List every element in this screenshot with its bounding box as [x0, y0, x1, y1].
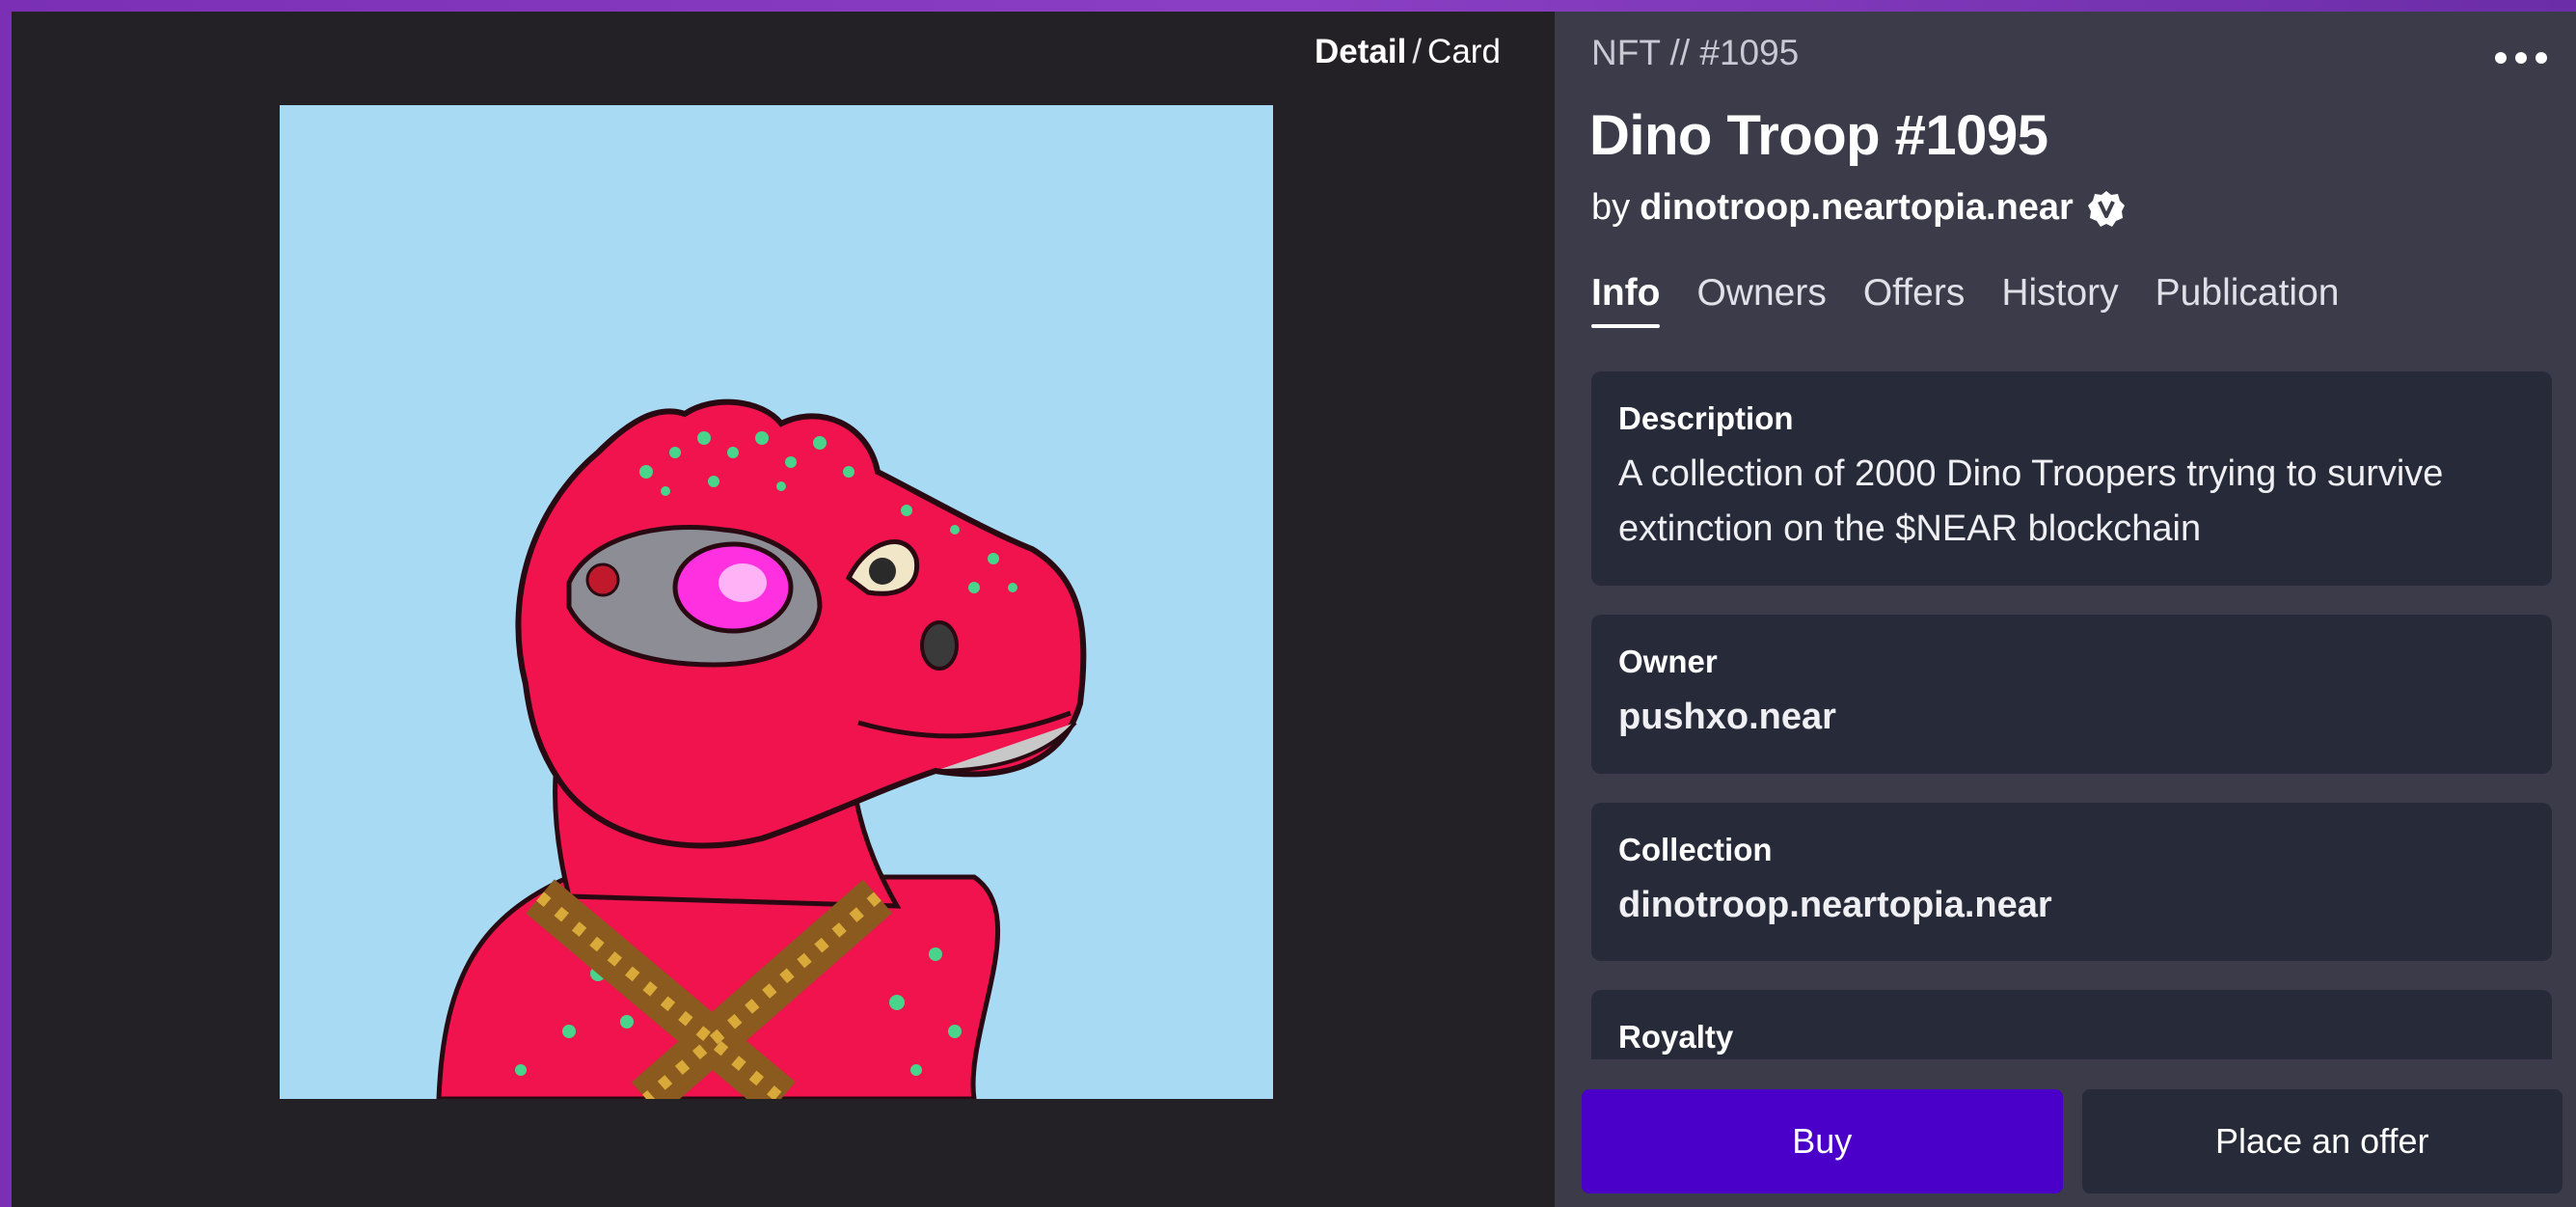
creator-prefix: by [1591, 187, 1631, 228]
royalty-label: Royalty [1618, 1019, 1734, 1055]
view-toggle-separator: / [1412, 33, 1423, 70]
description-label: Description [1618, 400, 1794, 436]
nft-details-panel: NFT // #1095 Dino Troop #1095 by dinotro… [1555, 12, 2576, 1207]
owner-value[interactable]: pushxo.near [1618, 690, 2525, 745]
nft-artwork[interactable] [280, 105, 1273, 1099]
more-horizontal-icon[interactable] [2495, 41, 2547, 75]
creator-link[interactable]: dinotroop.neartopia.near [1640, 187, 2074, 229]
description-value: A collection of 2000 Dino Troopers tryin… [1618, 453, 2444, 549]
tab-offers[interactable]: Offers [1863, 272, 1965, 328]
detail-tabs: Info Owners Offers History Publication [1591, 272, 2339, 328]
tab-history[interactable]: History [2001, 272, 2118, 328]
collection-value[interactable]: dinotroop.neartopia.near [1618, 878, 2525, 933]
tab-owners[interactable]: Owners [1696, 272, 1826, 328]
view-toggle: Detail / Card [1315, 33, 1501, 71]
description-card: Description A collection of 2000 Dino Tr… [1591, 371, 2552, 586]
nft-title: Dino Troop #1095 [1589, 104, 2048, 167]
tab-info[interactable]: Info [1591, 272, 1661, 328]
collection-card: Collection dinotroop.neartopia.near [1591, 803, 2552, 961]
owner-label: Owner [1618, 644, 1718, 679]
place-offer-button[interactable]: Place an offer [2081, 1089, 2562, 1193]
royalty-card: Royalty [1591, 990, 2552, 1059]
dino-illustration [280, 105, 1273, 1099]
preview-pane: Detail / Card [12, 12, 1555, 1207]
action-bar: Buy Place an offer [1582, 1089, 2562, 1193]
app-window: Detail / Card NFT // #1095 Dino Troop #1… [12, 12, 2576, 1207]
verified-badge-icon [2087, 189, 2126, 228]
card-view-toggle[interactable]: Card [1427, 33, 1501, 70]
creator-line: by dinotroop.neartopia.near [1591, 187, 2126, 229]
owner-card: Owner pushxo.near [1591, 615, 2552, 774]
detail-view-toggle[interactable]: Detail [1315, 33, 1406, 70]
info-list[interactable]: Description A collection of 2000 Dino Tr… [1591, 371, 2552, 1059]
buy-button[interactable]: Buy [1582, 1089, 2063, 1193]
nft-id-label: NFT // #1095 [1591, 33, 1800, 72]
tab-publication[interactable]: Publication [2156, 272, 2340, 328]
collection-label: Collection [1618, 832, 1773, 867]
